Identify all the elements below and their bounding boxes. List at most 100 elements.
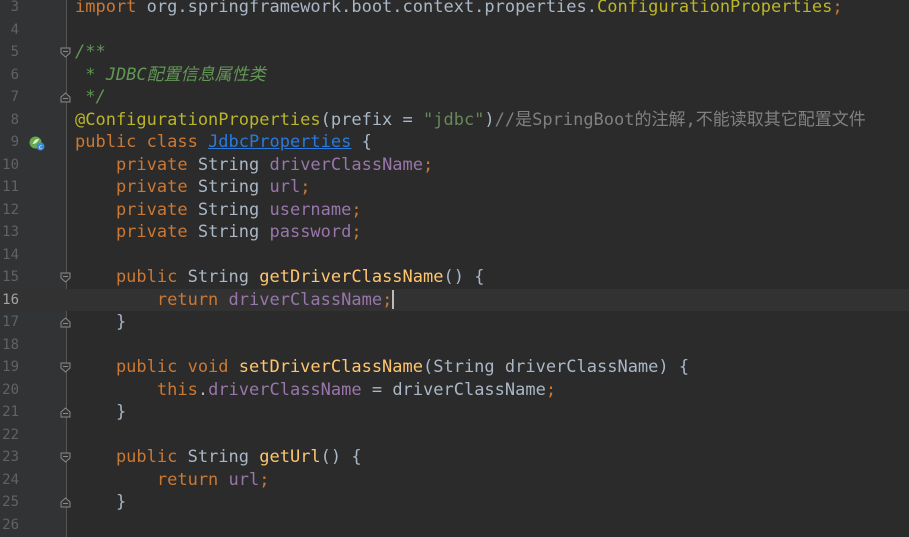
fold-open-icon[interactable] — [60, 272, 71, 283]
code-token: getUrl — [259, 447, 321, 467]
code-line-13[interactable]: 13 private String password; — [0, 221, 909, 244]
line-number: 15 — [2, 269, 19, 285]
code-text[interactable]: public String getUrl() { — [75, 446, 362, 469]
code-text[interactable]: public void setDriverClassName(String dr… — [75, 356, 689, 379]
code-line-7[interactable]: 7 */ — [0, 86, 909, 109]
code-token: password — [269, 222, 352, 242]
code-text[interactable]: return url; — [75, 469, 270, 492]
fold-close-icon[interactable] — [60, 407, 71, 418]
code-line-10[interactable]: 10 private String driverClassName; — [0, 154, 909, 177]
code-line-20[interactable]: 20 this.driverClassName = driverClassNam… — [0, 379, 909, 402]
code-line-15[interactable]: 15 public String getDriverClassName() { — [0, 266, 909, 289]
code-line-17[interactable]: 17 } — [0, 311, 909, 334]
code-text[interactable]: public String getDriverClassName() { — [75, 266, 485, 289]
fold-open-icon[interactable] — [60, 362, 71, 373]
code-token: } — [75, 312, 127, 332]
code-editor[interactable]: 3 import org.springframework.boot.context… — [0, 0, 909, 537]
line-number: 24 — [2, 471, 19, 488]
code-token: @ConfigurationProperties — [75, 109, 321, 130]
code-token: /** — [75, 42, 106, 62]
code-text[interactable]: private String driverClassName; — [75, 154, 433, 177]
fold-close-icon[interactable] — [60, 92, 71, 103]
code-line-3[interactable]: 3 import org.springframework.boot.context… — [0, 0, 909, 19]
code-token: url — [228, 469, 260, 490]
code-text[interactable]: */ — [75, 86, 105, 109]
code-token: . — [197, 379, 209, 400]
code-text[interactable]: private String username; — [75, 199, 362, 222]
code-token: ; — [423, 154, 434, 175]
code-token[interactable]: JdbcProperties — [208, 132, 351, 152]
code-token: (prefix = — [320, 109, 423, 130]
code-token: return — [75, 289, 229, 310]
line-number: 3 — [10, 0, 19, 15]
code-token: { — [351, 132, 372, 152]
line-number: 23 — [2, 449, 19, 465]
code-token: } — [75, 492, 127, 512]
code-token: private — [75, 154, 198, 175]
code-token: public — [75, 267, 188, 287]
code-token: import — [75, 0, 137, 17]
code-line-24[interactable]: 24 return url; — [0, 469, 909, 492]
code-token: ; — [259, 469, 270, 490]
code-token: driverClassName — [269, 154, 424, 175]
code-line-23[interactable]: 23 public String getUrl() { — [0, 446, 909, 469]
code-line-25[interactable]: 25 } — [0, 491, 909, 514]
code-line-14[interactable]: 14 — [0, 244, 909, 267]
code-line-12[interactable]: 12 private String username; — [0, 199, 909, 222]
code-lines[interactable]: 3 import org.springframework.boot.context… — [0, 0, 909, 536]
code-text[interactable]: @ConfigurationProperties(prefix = "jdbc"… — [75, 109, 866, 132]
code-text[interactable]: public class JdbcProperties { — [75, 131, 372, 154]
code-line-5[interactable]: 5 /** — [0, 41, 909, 64]
code-token: private — [75, 199, 198, 220]
code-line-22[interactable]: 22 — [0, 424, 909, 447]
line-number: 10 — [2, 156, 19, 173]
code-text[interactable]: return driverClassName; — [75, 289, 395, 312]
fold-close-icon[interactable] — [60, 317, 71, 328]
code-line-18[interactable]: 18 — [0, 334, 909, 357]
code-line-9[interactable]: 9 c public class JdbcProperties { — [0, 131, 909, 154]
code-token: getDriverClassName — [259, 267, 444, 287]
code-token: * JDBC配置信息属性类 — [75, 64, 266, 85]
code-line-4[interactable]: 4 — [0, 19, 909, 42]
code-text[interactable]: } — [75, 311, 126, 334]
text-caret — [392, 290, 395, 309]
code-token: //是SpringBoot的注解,不能读取其它配置文件 — [494, 109, 866, 130]
line-number: 14 — [2, 246, 19, 263]
code-text[interactable]: import org.springframework.boot.context.… — [75, 0, 843, 19]
line-number: 20 — [2, 381, 19, 398]
code-text[interactable]: private String url; — [75, 176, 311, 199]
code-line-26[interactable]: 26 — [0, 514, 909, 537]
code-text[interactable]: private String password; — [75, 221, 362, 244]
code-line-8[interactable]: 8 @ConfigurationProperties(prefix = "jdbc… — [0, 109, 909, 132]
code-line-16[interactable]: 16 return driverClassName; — [0, 288, 909, 312]
code-text[interactable]: } — [75, 491, 126, 514]
code-text[interactable]: } — [75, 401, 126, 424]
line-number: 18 — [2, 336, 19, 353]
line-number: 26 — [2, 516, 19, 533]
line-number: 5 — [10, 44, 19, 60]
code-token: (String driverClassName) { — [423, 357, 690, 377]
code-token: ; — [832, 0, 843, 17]
code-token: String — [197, 222, 270, 242]
code-token: ; — [351, 222, 362, 242]
code-token: ; — [545, 379, 557, 400]
line-number: 7 — [10, 89, 19, 105]
fold-open-icon[interactable] — [60, 452, 71, 463]
code-line-21[interactable]: 21 } — [0, 401, 909, 424]
line-number: 13 — [2, 224, 19, 240]
code-line-19[interactable]: 19 public void setDriverClassName(String… — [0, 356, 909, 379]
code-text[interactable]: * JDBC配置信息属性类 — [75, 64, 266, 87]
line-number: 12 — [2, 201, 19, 218]
code-text[interactable]: /** — [75, 41, 106, 64]
code-token: String — [197, 199, 270, 220]
line-number: 6 — [10, 66, 19, 83]
code-line-11[interactable]: 11 private String url; — [0, 176, 909, 199]
spring-bean-icon[interactable]: c — [29, 135, 45, 151]
fold-close-icon[interactable] — [60, 497, 71, 508]
code-text[interactable]: this.driverClassName = driverClassName; — [75, 379, 556, 402]
code-line-6[interactable]: 6 * JDBC配置信息属性类 — [0, 64, 909, 87]
code-token: private — [75, 222, 198, 242]
fold-open-icon[interactable] — [60, 47, 71, 58]
code-token: driverClassName — [228, 289, 383, 310]
code-token: driverClassName — [208, 379, 362, 400]
